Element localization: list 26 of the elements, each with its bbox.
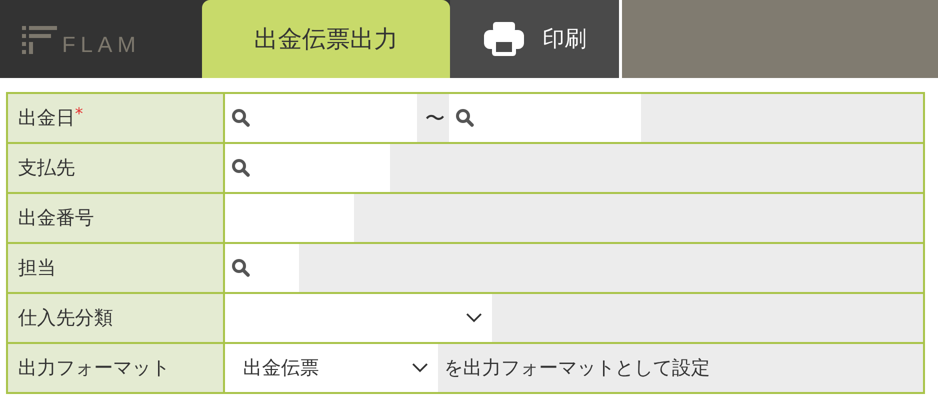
search-field[interactable] — [225, 144, 390, 192]
field-label-text: 出金番号 — [18, 206, 94, 231]
search-field[interactable] — [449, 94, 641, 142]
search-icon — [231, 108, 251, 128]
field-label-text: 出金日 — [18, 106, 75, 131]
search-icon — [455, 108, 475, 128]
search-icon — [231, 258, 251, 278]
tab[interactable]: 出金伝票出力 — [202, 0, 450, 78]
input-field[interactable] — [225, 194, 354, 242]
field-label-text: 担当 — [18, 256, 56, 281]
field-label-text: 出力フォーマット — [18, 356, 170, 381]
field-label-text: 仕入先分類 — [18, 306, 113, 331]
chevron-icon — [412, 363, 428, 373]
printer-icon — [482, 21, 524, 57]
search-icon — [231, 158, 251, 178]
logo-mark-icon — [20, 24, 60, 56]
chevron-icon — [466, 313, 482, 323]
required-mark: * — [75, 104, 83, 123]
field-label-text: 支払先 — [18, 156, 75, 181]
search-field[interactable] — [225, 94, 417, 142]
search-field[interactable] — [225, 244, 299, 292]
dropdown[interactable]: 出金伝票 — [225, 344, 438, 392]
format-note: を出力フォーマットとして設定 — [443, 356, 710, 381]
range-separator: 〜 — [424, 104, 446, 132]
logo-text: FLAM — [62, 34, 141, 56]
print-button[interactable]: 印刷 — [450, 0, 622, 78]
